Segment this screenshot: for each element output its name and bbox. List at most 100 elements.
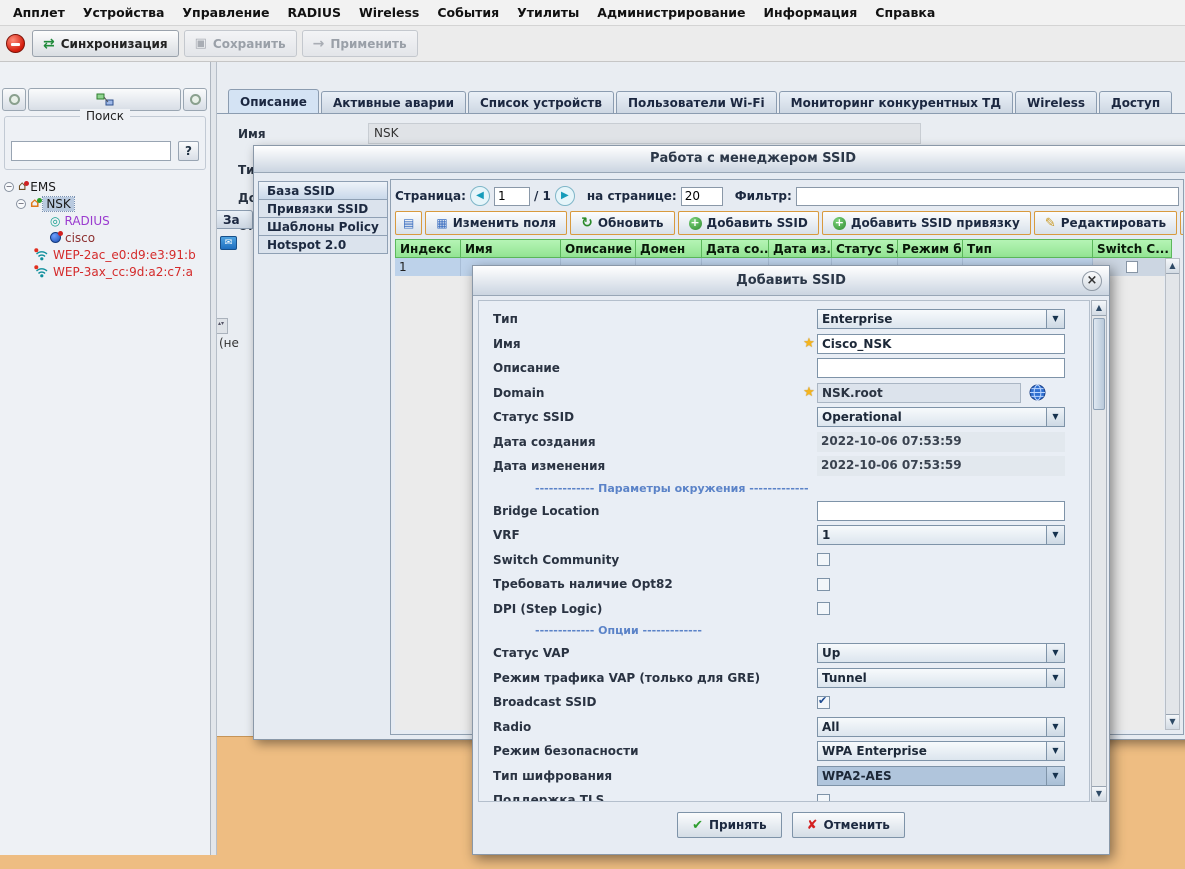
apply-button[interactable]: → Применить <box>302 30 418 57</box>
menu-management[interactable]: Управление <box>173 5 278 20</box>
search-help-button[interactable]: ? <box>178 141 199 161</box>
tab-competitor-monitoring[interactable]: Мониторинг конкурентных ТД <box>779 91 1013 114</box>
row-switch-checkbox[interactable] <box>1126 261 1138 273</box>
chevron-down-icon[interactable]: ▼ <box>1046 742 1064 760</box>
column-header[interactable]: Дата со... <box>702 239 769 258</box>
menu-applet[interactable]: Апплет <box>4 5 74 20</box>
edit-button[interactable]: ✎ Редактировать <box>1034 211 1177 235</box>
chevron-down-icon[interactable]: ▼ <box>1046 718 1064 736</box>
accept-button[interactable]: ✔ Принять <box>677 812 782 838</box>
ssid-dialog-titlebar[interactable]: Работа с менеджером SSID <box>254 146 1185 173</box>
tab-wifi-users[interactable]: Пользователи Wi-Fi <box>616 91 777 114</box>
broadcast-ssid-checkbox[interactable]: ✔ <box>817 696 830 709</box>
tab-policy-templates[interactable]: Шаблоны Policy <box>258 217 388 236</box>
tab-active-alarms[interactable]: Активные аварии <box>321 91 466 114</box>
chevron-down-icon[interactable]: ▼ <box>1046 310 1064 328</box>
menu-utilities[interactable]: Утилиты <box>508 5 588 20</box>
per-page-input[interactable] <box>681 187 723 206</box>
vrf-combobox[interactable]: 1 ▼ <box>817 525 1065 545</box>
menu-wireless[interactable]: Wireless <box>350 5 428 20</box>
tree-item-radius[interactable]: ◎ RADIUS <box>0 212 209 229</box>
column-header[interactable]: Switch C... <box>1093 239 1172 258</box>
scroll-up-button[interactable]: ▲ <box>1166 259 1179 274</box>
vap-traffic-mode-combobox[interactable]: Tunnel ▼ <box>817 668 1065 688</box>
tab-ssid-bindings[interactable]: Привязки SSID <box>258 199 388 218</box>
tree-item-ems[interactable]: − ⌂ EMS <box>0 178 209 195</box>
encryption-type-combobox[interactable]: WPA2-AES ▼ <box>817 766 1065 786</box>
collapse-icon[interactable]: − <box>4 182 14 192</box>
chevron-down-icon[interactable]: ▼ <box>1046 644 1064 662</box>
tls-support-checkbox[interactable] <box>817 794 830 802</box>
chevron-down-icon[interactable]: ▼ <box>1046 526 1064 544</box>
switch-community-checkbox[interactable] <box>817 553 830 566</box>
tab-wireless[interactable]: Wireless <box>1015 91 1097 114</box>
split-divider[interactable] <box>211 62 217 855</box>
sidebar-left-button[interactable] <box>2 88 26 111</box>
radio-combobox[interactable]: All ▼ <box>817 717 1065 737</box>
type-combobox[interactable]: Enterprise ▼ <box>817 309 1065 329</box>
scroll-up-button[interactable]: ▲ <box>1092 301 1106 316</box>
description-field[interactable] <box>817 358 1065 378</box>
cancel-button[interactable]: ✘ Отменить <box>792 812 905 838</box>
column-header[interactable]: Описание <box>561 239 636 258</box>
column-header[interactable]: Имя <box>461 239 561 258</box>
collapse-icon[interactable]: − <box>16 199 26 209</box>
filter-input[interactable] <box>796 187 1179 206</box>
tree-item-wep3ax[interactable]: WEP-3ax_cc:9d:a2:c7:a <box>0 263 209 280</box>
scroll-down-button[interactable]: ▼ <box>1166 714 1179 729</box>
chevron-down-icon[interactable]: ▼ <box>1046 767 1064 785</box>
column-header[interactable]: Дата из... <box>769 239 832 258</box>
delete-button[interactable]: × Удалить <box>1180 211 1184 235</box>
vap-status-combobox[interactable]: Up ▼ <box>817 643 1065 663</box>
search-input[interactable] <box>11 141 171 161</box>
hidden-panel-tab-fragment[interactable]: За <box>215 210 253 229</box>
tab-description[interactable]: Описание <box>228 89 319 114</box>
domain-browse-button[interactable] <box>1029 384 1046 401</box>
tree-item-nsk[interactable]: − ⌂ NSK <box>0 195 209 212</box>
menu-administration[interactable]: Администрирование <box>588 5 754 20</box>
column-header[interactable]: Индекс <box>395 239 461 258</box>
prev-page-button[interactable]: ◀ <box>470 186 490 206</box>
menu-help[interactable]: Справка <box>866 5 944 20</box>
bridge-location-field[interactable] <box>817 501 1065 521</box>
close-button[interactable]: × <box>1082 271 1102 291</box>
name-field[interactable] <box>817 334 1065 354</box>
menu-events[interactable]: События <box>428 5 508 20</box>
disconnect-button[interactable] <box>3 32 27 56</box>
add-ssid-button[interactable]: + Добавить SSID <box>678 211 819 235</box>
column-header[interactable]: Домен <box>636 239 702 258</box>
column-header[interactable]: Режим б... <box>898 239 963 258</box>
tab-hotspot20[interactable]: Hotspot 2.0 <box>258 235 388 254</box>
tree-item-cisco[interactable]: cisco <box>0 229 209 246</box>
table-settings-button[interactable]: ▤ <box>395 211 422 235</box>
ssid-status-combobox[interactable]: Operational ▼ <box>817 407 1065 427</box>
tab-ssid-base[interactable]: База SSID <box>258 181 388 200</box>
opt82-checkbox[interactable] <box>817 578 830 591</box>
sync-button[interactable]: ⇄ Синхронизация <box>32 30 179 57</box>
sidebar-right-button[interactable] <box>183 88 207 111</box>
menu-information[interactable]: Информация <box>755 5 867 20</box>
scroll-thumb[interactable] <box>1093 318 1105 410</box>
menu-devices[interactable]: Устройства <box>74 5 174 20</box>
table-scrollbar[interactable]: ▲ ▼ <box>1165 258 1180 730</box>
tab-access[interactable]: Доступ <box>1099 91 1172 114</box>
dpi-checkbox[interactable] <box>817 602 830 615</box>
save-button[interactable]: ▣ Сохранить <box>184 30 297 57</box>
tree-item-wep2ac[interactable]: WEP-2ac_e0:d9:e3:91:b <box>0 246 209 263</box>
scroll-down-button[interactable]: ▼ <box>1092 786 1106 801</box>
add-dialog-titlebar[interactable]: Добавить SSID × <box>473 266 1109 296</box>
sidebar-view-button[interactable] <box>28 88 181 111</box>
form-scrollbar[interactable]: ▲ ▼ <box>1091 300 1107 802</box>
column-header[interactable]: Статус S... <box>832 239 898 258</box>
column-header[interactable]: Тип <box>963 239 1093 258</box>
chevron-down-icon[interactable]: ▼ <box>1046 408 1064 426</box>
edit-fields-button[interactable]: ▦ Изменить поля <box>425 211 567 235</box>
tab-device-list[interactable]: Список устройств <box>468 91 614 114</box>
chevron-down-icon[interactable]: ▼ <box>1046 669 1064 687</box>
add-ssid-binding-button[interactable]: + Добавить SSID привязку <box>822 211 1031 235</box>
refresh-button[interactable]: ↻ Обновить <box>570 211 674 235</box>
security-mode-combobox[interactable]: WPA Enterprise ▼ <box>817 741 1065 761</box>
menu-radius[interactable]: RADIUS <box>279 5 350 20</box>
page-input[interactable] <box>494 187 530 206</box>
next-page-button[interactable]: ▶ <box>555 186 575 206</box>
